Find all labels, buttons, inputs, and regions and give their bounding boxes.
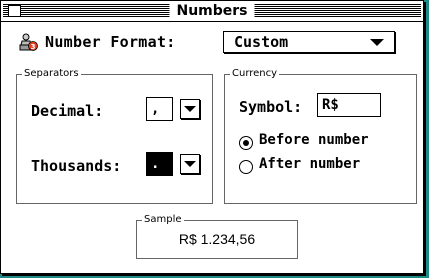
after-number-label[interactable]: After number bbox=[259, 156, 360, 172]
thousands-field[interactable]: . bbox=[146, 152, 173, 176]
symbol-label: Symbol: bbox=[239, 98, 303, 116]
decimal-field[interactable]: , bbox=[146, 97, 173, 121]
window-title: Numbers bbox=[169, 1, 255, 21]
currency-group: Currency Symbol: R$ Before number After … bbox=[224, 67, 417, 204]
number-format-popup[interactable]: Custom bbox=[223, 31, 395, 53]
triangle-down-icon bbox=[184, 161, 196, 167]
thousands-label: Thousands: bbox=[31, 157, 122, 175]
number-format-value: Custom bbox=[234, 33, 289, 51]
decimal-popup[interactable] bbox=[180, 99, 200, 119]
sample-group: Sample R$ 1.234,56 bbox=[136, 213, 298, 259]
triangle-down-icon bbox=[184, 106, 196, 112]
close-box[interactable] bbox=[8, 5, 21, 17]
sample-value: R$ 1.234,56 bbox=[178, 231, 256, 247]
decimal-label: Decimal: bbox=[31, 102, 104, 120]
title-bar[interactable]: Numbers bbox=[1, 1, 423, 22]
after-number-radio[interactable] bbox=[239, 160, 253, 174]
thousands-popup[interactable] bbox=[180, 154, 200, 174]
currency-group-label: Currency bbox=[230, 67, 280, 81]
number-format-label: Number Format: bbox=[45, 33, 176, 51]
sample-group-label: Sample bbox=[142, 213, 184, 227]
svg-text:3: 3 bbox=[31, 43, 36, 51]
numbers-window: Numbers 3 Number Format: Custom Separato… bbox=[0, 0, 424, 274]
separators-group: Separators Decimal: , Thousands: . bbox=[16, 67, 213, 204]
number-format-icon: 3 bbox=[19, 33, 38, 51]
separators-group-label: Separators bbox=[22, 67, 81, 81]
symbol-field[interactable]: R$ bbox=[317, 93, 381, 117]
triangle-down-icon bbox=[370, 39, 384, 46]
before-number-radio[interactable] bbox=[239, 136, 253, 150]
before-number-label[interactable]: Before number bbox=[259, 132, 369, 148]
